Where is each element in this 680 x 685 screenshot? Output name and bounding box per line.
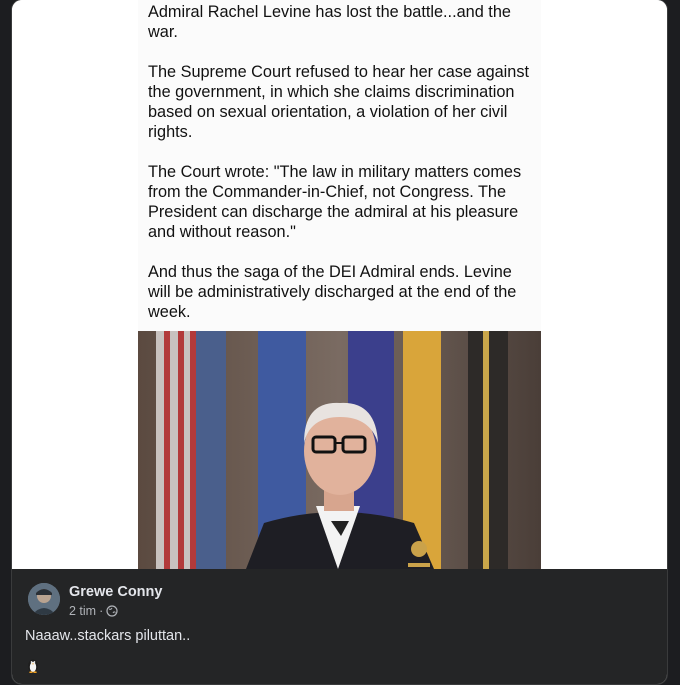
author-name[interactable]: Grewe Conny — [69, 584, 162, 600]
post-footer: Grewe Conny 2 tim · Naaaw..stackars pilu… — [12, 569, 667, 684]
avatar-image — [28, 583, 60, 615]
comment-text: Naaaw..stackars piluttan.. — [25, 628, 191, 644]
meme-paragraph-3: The Court wrote: "The law in military ma… — [148, 163, 522, 241]
post-time[interactable]: 2 tim — [69, 604, 96, 618]
meme-paragraph-1: Admiral Rachel Levine has lost the battl… — [148, 3, 511, 41]
penguin-emoji-icon — [26, 657, 40, 673]
meme-paragraph-4: And thus the saga of the DEI Admiral end… — [148, 263, 517, 321]
meta-separator: · — [99, 604, 104, 618]
globe-icon — [106, 605, 118, 617]
post-meta: 2 tim · — [69, 604, 118, 618]
avatar[interactable] — [28, 583, 60, 615]
meme-image[interactable]: Admiral Rachel Levine has lost the battl… — [138, 0, 541, 569]
post-card: Admiral Rachel Levine has lost the battl… — [12, 0, 667, 684]
meme-text: Admiral Rachel Levine has lost the battl… — [148, 2, 533, 342]
admiral-photo — [138, 331, 541, 569]
admiral-photo-illustration — [138, 331, 541, 569]
meme-paragraph-2: The Supreme Court refused to hear her ca… — [148, 63, 530, 141]
post-media[interactable]: Admiral Rachel Levine has lost the battl… — [12, 0, 667, 569]
